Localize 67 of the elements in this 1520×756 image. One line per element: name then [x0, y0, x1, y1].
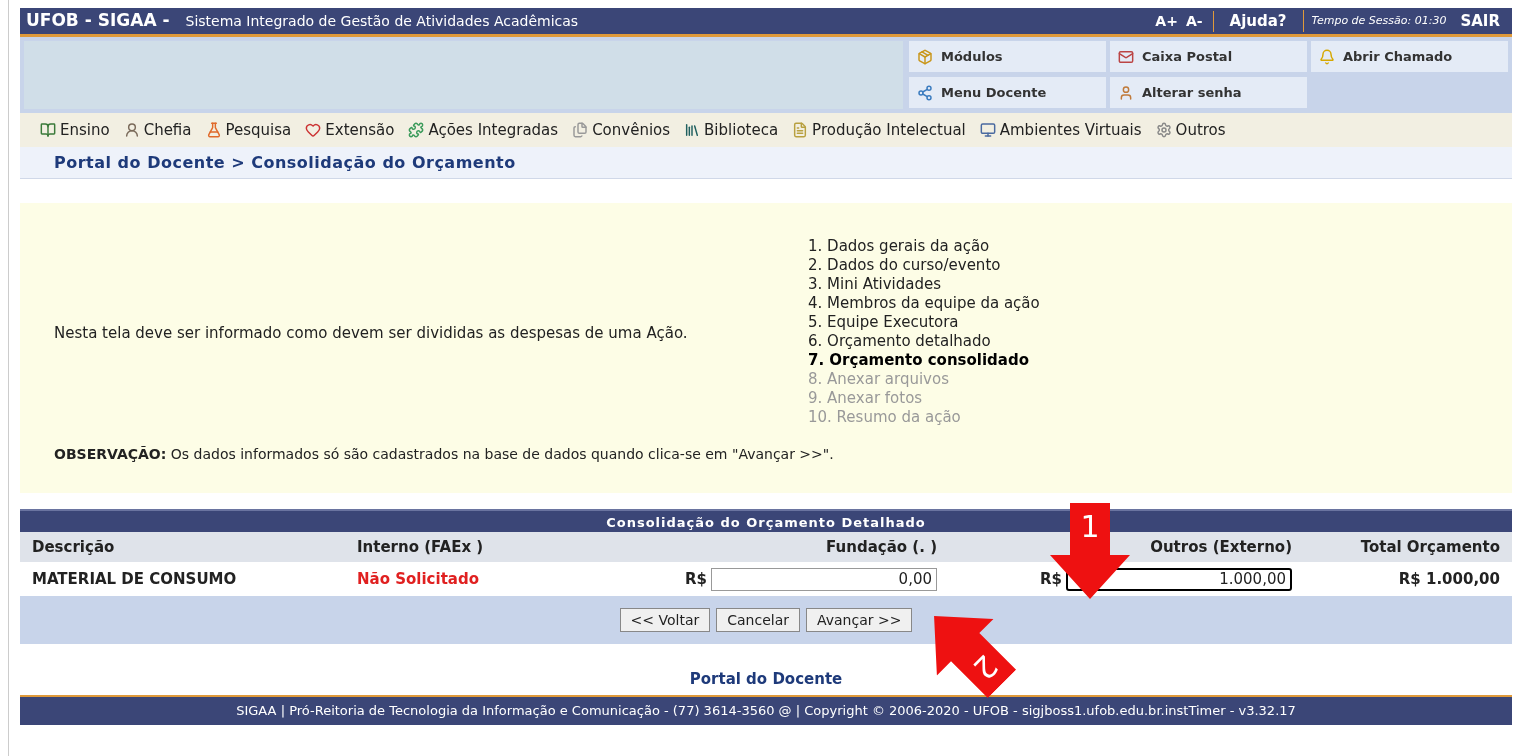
- menu-item[interactable]: Biblioteca: [684, 118, 779, 142]
- heart-icon: [305, 122, 322, 138]
- books-icon: [40, 122, 56, 138]
- menu-item[interactable]: Ações Integradas: [408, 118, 559, 142]
- menu-item[interactable]: Produção Intelectual: [792, 118, 966, 142]
- step-item: 7. Orçamento consolidado: [808, 351, 1030, 370]
- step-item: 1. Dados gerais da ação: [808, 237, 991, 256]
- box-icon: [917, 48, 933, 65]
- form-button[interactable]: << Voltar: [619, 608, 711, 632]
- step-item: 5. Equipe Executora: [808, 313, 960, 332]
- shortcut-button[interactable]: Abrir Chamado: [1311, 41, 1508, 72]
- table-cell-text: MATERIAL DE CONSUMO: [32, 568, 238, 590]
- amount-field[interactable]: 1.000,00: [1066, 567, 1292, 591]
- step-item: 2. Dados do curso/evento: [808, 256, 1002, 275]
- puzzle-icon: [408, 122, 425, 138]
- menu-item[interactable]: Ensino: [40, 118, 110, 142]
- portal-link[interactable]: Portal do Docente: [689, 670, 843, 688]
- shortcut-button[interactable]: Alterar senha: [1110, 77, 1307, 108]
- document-icon: [792, 122, 809, 138]
- step-item: 4. Membros da equipe da ação: [808, 294, 1040, 313]
- monitor-icon: [979, 122, 996, 138]
- column-header: Interno (FAEx ): [357, 536, 485, 558]
- form-button[interactable]: Avançar >>: [806, 608, 913, 632]
- step-item: 8. Anexar arquivos: [808, 370, 950, 389]
- menu-item[interactable]: Chefia: [123, 118, 192, 142]
- bell-icon: [1319, 48, 1335, 65]
- gear-icon: [1155, 122, 1172, 138]
- step-item: 3. Mini Atividades: [808, 275, 942, 294]
- currency-label: R$: [685, 568, 707, 590]
- shortcut-button[interactable]: Módulos: [909, 41, 1106, 72]
- form-button[interactable]: Cancelar: [716, 608, 800, 632]
- system-title: Sistema Integrado de Gestão de Atividades Acadêmicas: [185, 11, 579, 31]
- currency-label: R$: [1040, 568, 1062, 590]
- menu-item[interactable]: Pesquisa: [205, 118, 292, 142]
- flask-icon: [205, 122, 222, 138]
- amount-field[interactable]: 0,00: [711, 567, 937, 591]
- column-header: Outros (Externo): [1149, 536, 1292, 558]
- menu-item[interactable]: Extensão: [305, 118, 395, 142]
- library-icon: [684, 122, 701, 138]
- footer-text: SIGAA | Pró-Reitoria de Tecnologia da Informação e Comunicação - (77) 3614-3560 @ | Copyright © 2006-2020 - UFOB - sigjboss1.ufob.edu.br.instTimer - v3.32.17: [236, 701, 1296, 720]
- status-cell-text: Não Solicitado: [357, 568, 480, 590]
- observation-note: OBSERVAÇÃO: Os dados informados só são cadastrados na base de dados quando clica-se em "Avançar >>".: [54, 445, 835, 464]
- shortcut-button[interactable]: Caixa Postal: [1110, 41, 1307, 72]
- session-timer: Tempo de Sessão: 01:30: [1311, 12, 1447, 29]
- font-increase-button[interactable]: A+: [1155, 10, 1178, 32]
- share-icon: [917, 84, 933, 101]
- mailbox-icon: [1118, 48, 1134, 65]
- font-decrease-button[interactable]: A-: [1185, 10, 1214, 32]
- step-item: 9. Anexar fotos: [808, 389, 924, 408]
- column-header: Total Orçamento: [1359, 536, 1500, 558]
- person-icon: [1118, 84, 1134, 101]
- shortcut-button[interactable]: Menu Docente: [909, 77, 1106, 108]
- column-header: Fundação (. ): [825, 536, 937, 558]
- column-header: Descrição: [32, 536, 116, 558]
- person-icon: [123, 122, 140, 138]
- info-text: Nesta tela deve ser informado como devem ser divididas as despesas de uma Ação.: [54, 325, 689, 342]
- menu-item[interactable]: Ambientes Virtuais: [979, 118, 1142, 142]
- brand-title: UFOB - SIGAA -: [26, 9, 170, 33]
- menu-item[interactable]: Outros: [1155, 118, 1226, 142]
- help-link[interactable]: Ajuda?: [1213, 9, 1304, 33]
- breadcrumb: Portal do Docente > Consolidação do Orçamento: [54, 151, 516, 174]
- step-item: 10. Resumo da ação: [808, 408, 962, 427]
- logout-link[interactable]: SAIR: [1460, 9, 1500, 33]
- table-cell-text: R$ 1.000,00: [1397, 568, 1500, 590]
- menu-item[interactable]: Convênios: [572, 118, 671, 142]
- documents-icon: [572, 122, 589, 138]
- step-item: 6. Orçamento detalhado: [808, 332, 992, 351]
